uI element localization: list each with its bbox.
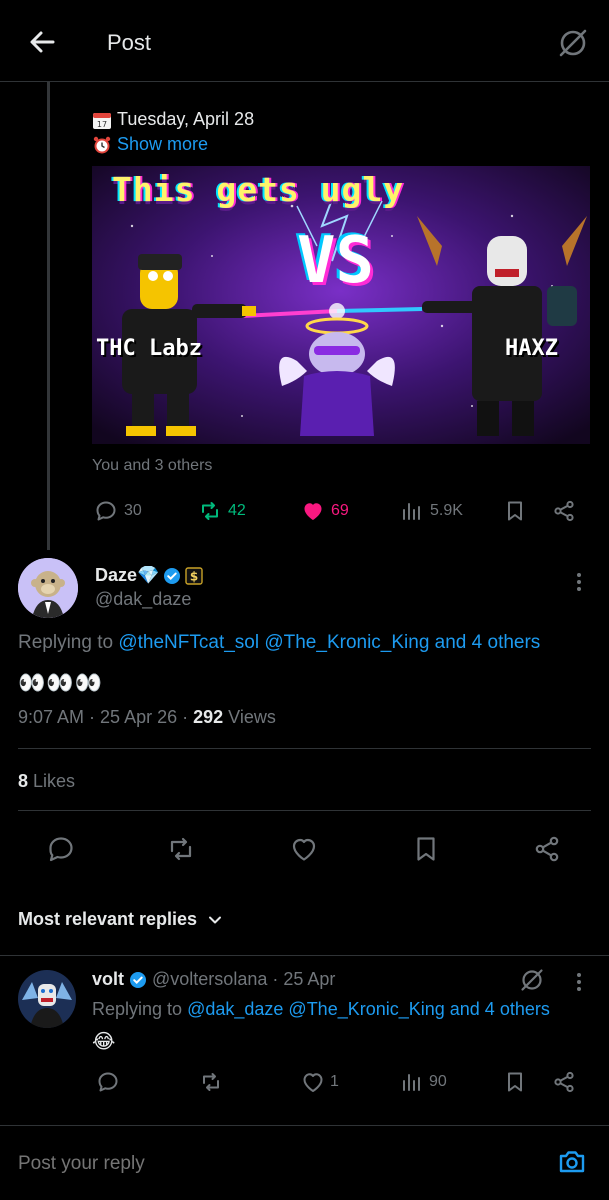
divider [0,955,609,956]
date-text: Tuesday, April 28 [117,109,255,129]
likes-total: 8 [18,771,29,791]
replying-to-prefix: Replying to [18,632,114,653]
divider [18,810,591,811]
views-total[interactable]: 292 [193,707,223,727]
reply-sort-label: Most relevant replies [18,909,198,929]
bookmark-button[interactable] [503,1069,527,1095]
bookmark-button[interactable] [503,497,527,525]
like-button[interactable] [289,834,319,864]
thread-connector-line [47,82,50,550]
reply2-replying-to-line: Replying to @dak_daze @The_Kronic_King a… [92,999,550,1020]
repost-button[interactable]: 42 [198,497,246,525]
likes-summary[interactable]: 8 Likes [18,771,75,792]
replying-to-line: Replying to @theNFTcat_sol @The_Kronic_K… [18,632,540,654]
more-options-icon[interactable] [569,970,589,994]
avatar[interactable] [18,558,78,618]
views-chart-icon [403,503,420,520]
like-button[interactable]: 69 [301,497,349,525]
views-count: 5.9K [430,502,463,519]
reply-button[interactable] [46,834,76,864]
camera-icon[interactable] [556,1146,588,1178]
image-vs-text: VS [297,224,375,298]
replying-to-mentions[interactable]: @dak_daze @The_Kronic_King and 4 others [187,999,550,1019]
verified-badge-icon [164,567,181,584]
bookmark-icon [417,837,435,861]
affiliate-badge-icon: $ [185,566,204,585]
heart-icon [292,838,316,861]
svg-text:$: $ [190,569,198,583]
author-handle[interactable]: @dak_daze [95,589,191,610]
replying-to-mentions[interactable]: @theNFTcat_sol @The_Kronic_King and 4 ot… [118,632,540,653]
heart-icon [303,1073,323,1092]
reply2-header: volt @voltersolana · 25 Apr [92,969,335,990]
bookmark-button[interactable] [411,834,441,864]
page-title: Post [107,30,152,55]
repost-icon [170,837,192,861]
reply-sort-dropdown[interactable]: Most relevant replies [18,909,223,930]
share-button[interactable] [552,1069,576,1095]
reply-button[interactable]: 30 [94,497,142,525]
like-count: 69 [331,502,349,519]
image-headline: This gets ugly [112,170,405,209]
date-line: 17 Tuesday, April 28 [92,109,254,130]
views-button[interactable]: 5.9K [400,497,463,525]
bookmark-icon [508,1072,522,1092]
divider [18,748,591,749]
tweet-timestamp: 9:07 AM · 25 Apr 26 · 292 Views [18,707,276,728]
top-bar: Post [0,0,609,82]
post-image[interactable]: This gets ugly VS THC Labz HAXZ [92,166,590,444]
like-count: 1 [330,1073,339,1090]
calendar-icon: 17 [93,112,111,129]
show-more-link[interactable]: Show more [117,134,208,155]
reply-count: 30 [124,502,142,519]
author-name: Daze💎 [95,565,160,585]
verified-badge-icon [130,971,147,988]
show-more-line: Show more [92,134,208,155]
reply2-author-handle[interactable]: @voltersolana [152,969,267,990]
image-left-label: THC Labz [96,336,202,361]
reply-icon [98,1072,118,1092]
like-button[interactable]: 1 [301,1069,339,1095]
author-name-line[interactable]: Daze💎 $ [95,565,204,586]
views-chart-icon [403,1074,420,1091]
share-button[interactable] [532,834,562,864]
share-button[interactable] [552,497,576,525]
avatar[interactable] [18,970,76,1028]
reply-input[interactable] [18,1153,518,1175]
share-icon [554,500,574,522]
reply2-date: · 25 Apr [272,969,336,989]
chevron-down-icon [209,916,222,923]
grok-icon[interactable] [519,967,545,993]
repost-button[interactable] [166,834,196,864]
tweet-text: 👀👀👀 [18,670,104,695]
bookmark-icon [508,501,522,521]
more-options-icon[interactable] [569,570,589,594]
liked-by-text[interactable]: You and 3 others [92,457,212,475]
heart-filled-icon [304,503,322,520]
grok-icon[interactable] [556,26,590,60]
reply2-author-name[interactable]: volt [92,969,124,990]
repost-button[interactable] [199,1069,223,1095]
reply-icon [49,837,73,862]
alarm-clock-icon [93,136,111,153]
repost-icon [202,502,218,520]
back-arrow-icon[interactable] [26,26,58,58]
likes-label: Likes [28,771,76,791]
share-icon [535,836,559,862]
repost-count: 42 [228,502,246,519]
reply-button[interactable] [96,1069,120,1095]
views-button[interactable]: 90 [400,1069,447,1095]
svg-text:17: 17 [97,120,107,129]
replying-to-prefix: Replying to [92,999,183,1019]
timestamp-text: 9:07 AM · 25 Apr 26 · [18,707,194,727]
image-right-label: HAXZ [505,336,558,361]
share-icon [554,1071,574,1093]
views-count: 90 [429,1073,447,1090]
reply2-text: 😂 [92,1031,116,1053]
repost-icon [203,1073,219,1091]
views-label: Views [223,707,276,727]
reply-author-avatar-image [18,970,76,1028]
ape-avatar-image [18,558,78,618]
reply-icon [96,501,116,521]
